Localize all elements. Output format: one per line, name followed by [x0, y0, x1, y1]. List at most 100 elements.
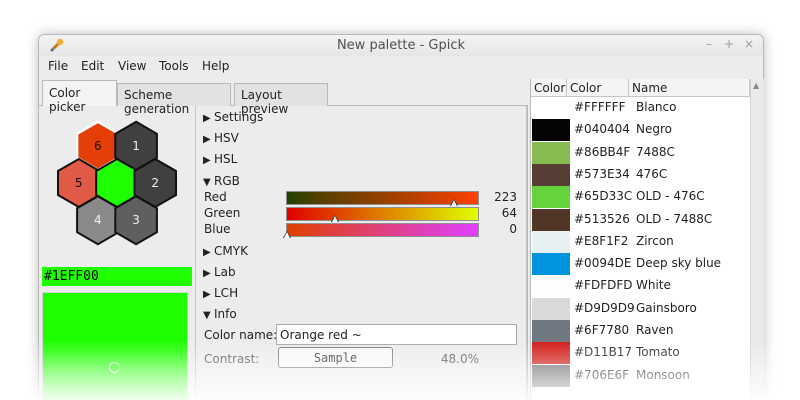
palette-row[interactable]: #86BB4F 7488C: [531, 141, 750, 164]
expander-hsv[interactable]: ▶ HSV: [203, 131, 239, 145]
palette-row[interactable]: #D11B17 Tomato: [531, 342, 750, 365]
column-header-name[interactable]: Name: [629, 79, 750, 97]
palette-color-name: Deep sky blue: [636, 256, 722, 271]
palette-color-swatch: [532, 208, 570, 231]
color-swatch-area[interactable]: [42, 292, 188, 400]
contrast-sample-button[interactable]: Sample: [278, 347, 393, 368]
blue-slider-handle[interactable]: [284, 232, 290, 238]
palette-row[interactable]: #706E6F Monsoon: [531, 364, 750, 387]
green-value[interactable]: 64: [478, 206, 517, 220]
palette-color-hex: #D11B17: [574, 345, 633, 360]
palette-color-hex: #573E34: [574, 166, 630, 181]
expander-settings[interactable]: ▶ Settings: [203, 110, 263, 124]
palette-color-name: Negro: [636, 122, 672, 137]
green-slider[interactable]: [286, 207, 479, 222]
palette-color-swatch: [532, 97, 570, 119]
blue-label: Blue: [204, 222, 231, 236]
red-label: Red: [204, 190, 227, 204]
content-area: Color picker Scheme generation Layout pr…: [38, 34, 764, 400]
tab-layout-preview[interactable]: Layout preview: [234, 83, 328, 116]
expand-right-icon: ▶: [203, 268, 211, 279]
palette-color-hex: #513526: [574, 211, 630, 226]
palette-row[interactable]: #040404 Negro: [531, 119, 750, 142]
expander-rgb[interactable]: ▼ RGB: [203, 174, 240, 188]
palette-color-swatch: [532, 342, 570, 365]
palette-color-swatch: [532, 186, 570, 209]
column-header-color-hex[interactable]: Color: [567, 79, 629, 97]
palette-color-swatch: [532, 230, 570, 253]
palette-color-swatch: [532, 253, 570, 276]
palette-color-name: 476C: [636, 166, 668, 181]
palette-row[interactable]: #0094DE Deep sky blue: [531, 253, 750, 276]
palette-row[interactable]: #65D33C OLD - 476C: [531, 186, 750, 209]
blue-slider[interactable]: [283, 223, 479, 238]
palette-color-swatch: [532, 320, 570, 342]
contrast-value: 48.0%: [440, 352, 479, 366]
palette-color-hex: #D9D9D9: [574, 300, 635, 315]
tab-color-picker[interactable]: Color picker: [42, 80, 117, 114]
palette-color-name: OLD - 7488C: [636, 211, 713, 226]
hexagon-label: 3: [132, 213, 140, 227]
expander-info[interactable]: ▼ Info: [203, 307, 237, 321]
expand-right-icon: ▶: [203, 155, 211, 166]
palette-color-name: Tomato: [636, 345, 680, 360]
palette-row[interactable]: #FDFDFD White: [531, 275, 750, 298]
palette-color-name: 7488C: [636, 144, 675, 159]
green-slider-handle[interactable]: [331, 216, 338, 222]
expander-lab[interactable]: ▶ Lab: [203, 265, 236, 279]
palette-row[interactable]: #6F7780 Raven: [531, 320, 750, 342]
expander-info-label: Info: [214, 307, 237, 321]
expander-cmyk[interactable]: ▶ CMYK: [203, 244, 248, 258]
palette-color-name: Gainsboro: [636, 300, 697, 315]
tab-scheme-generation[interactable]: Scheme generation: [117, 83, 231, 116]
expander-hsl[interactable]: ▶ HSL: [203, 152, 237, 166]
palette-color-hex: #0094DE: [574, 256, 632, 271]
red-value[interactable]: 223: [478, 190, 517, 204]
hexagon-label: 5: [75, 176, 83, 190]
palette-color-name: Raven: [636, 323, 674, 337]
palette-color-swatch: [532, 119, 570, 142]
palette-color-name: Blanco: [636, 100, 677, 114]
palette-color-hex: #86BB4F: [574, 144, 631, 159]
expander-lch-label: LCH: [214, 286, 239, 300]
scroll-up-icon[interactable]: ▲: [753, 81, 759, 90]
hexagon-label: 1: [132, 139, 140, 153]
column-header-color-swatch[interactable]: Color: [531, 79, 567, 97]
expander-cmyk-label: CMYK: [214, 244, 248, 258]
palette-color-name: OLD - 476C: [636, 189, 705, 204]
palette-color-swatch: [532, 275, 570, 298]
palette-color-hex: #6F7780: [574, 323, 630, 337]
palette-color-name: Zircon: [636, 233, 674, 248]
expander-rgb-label: RGB: [214, 174, 240, 188]
swatch-cursor: [109, 362, 120, 373]
color-name-label: Color name:: [204, 328, 278, 342]
palette-color-hex: #FFFFFF: [574, 100, 626, 114]
palette-row[interactable]: #E8F1F2 Zircon: [531, 230, 750, 253]
expander-hsv-label: HSV: [214, 131, 239, 145]
palette-color-hex: #FDFDFD: [574, 278, 633, 293]
contrast-label: Contrast:: [204, 352, 260, 366]
blue-value[interactable]: 0: [478, 222, 517, 236]
current-color-hex[interactable]: #1EFF00: [42, 267, 192, 286]
palette-row[interactable]: #573E34 476C: [531, 163, 750, 186]
palette-color-hex: #E8F1F2: [574, 233, 629, 248]
palette-color-hex: #65D33C: [574, 189, 633, 204]
palette-row[interactable]: #513526 OLD - 7488C: [531, 208, 750, 231]
green-label: Green: [204, 206, 241, 220]
palette-list[interactable]: Color Color Name #FFFFFF Blanco #040404 Neg…: [530, 79, 764, 400]
palette-color-swatch: [532, 163, 570, 186]
expander-lch[interactable]: ▶ LCH: [203, 286, 238, 300]
palette-color-swatch: [532, 297, 570, 320]
palette-color-swatch: [532, 364, 570, 387]
palette-row[interactable]: #D9D9D9 Gainsboro: [531, 297, 750, 320]
red-slider-handle[interactable]: [451, 200, 458, 206]
expander-settings-label: Settings: [214, 110, 264, 124]
palette-row[interactable]: #FFFFFF Blanco: [531, 97, 750, 119]
palette-scrollbar[interactable]: ▲: [750, 79, 764, 400]
expand-down-icon: ▼: [203, 177, 211, 188]
color-name-input[interactable]: Orange red ~: [276, 324, 517, 345]
color-hexagon-picker[interactable]: 6 1 5 2 4 3: [47, 118, 187, 248]
expander-hsl-label: HSL: [214, 152, 238, 166]
red-slider[interactable]: [286, 191, 479, 206]
palette-color-swatch: [532, 141, 570, 164]
